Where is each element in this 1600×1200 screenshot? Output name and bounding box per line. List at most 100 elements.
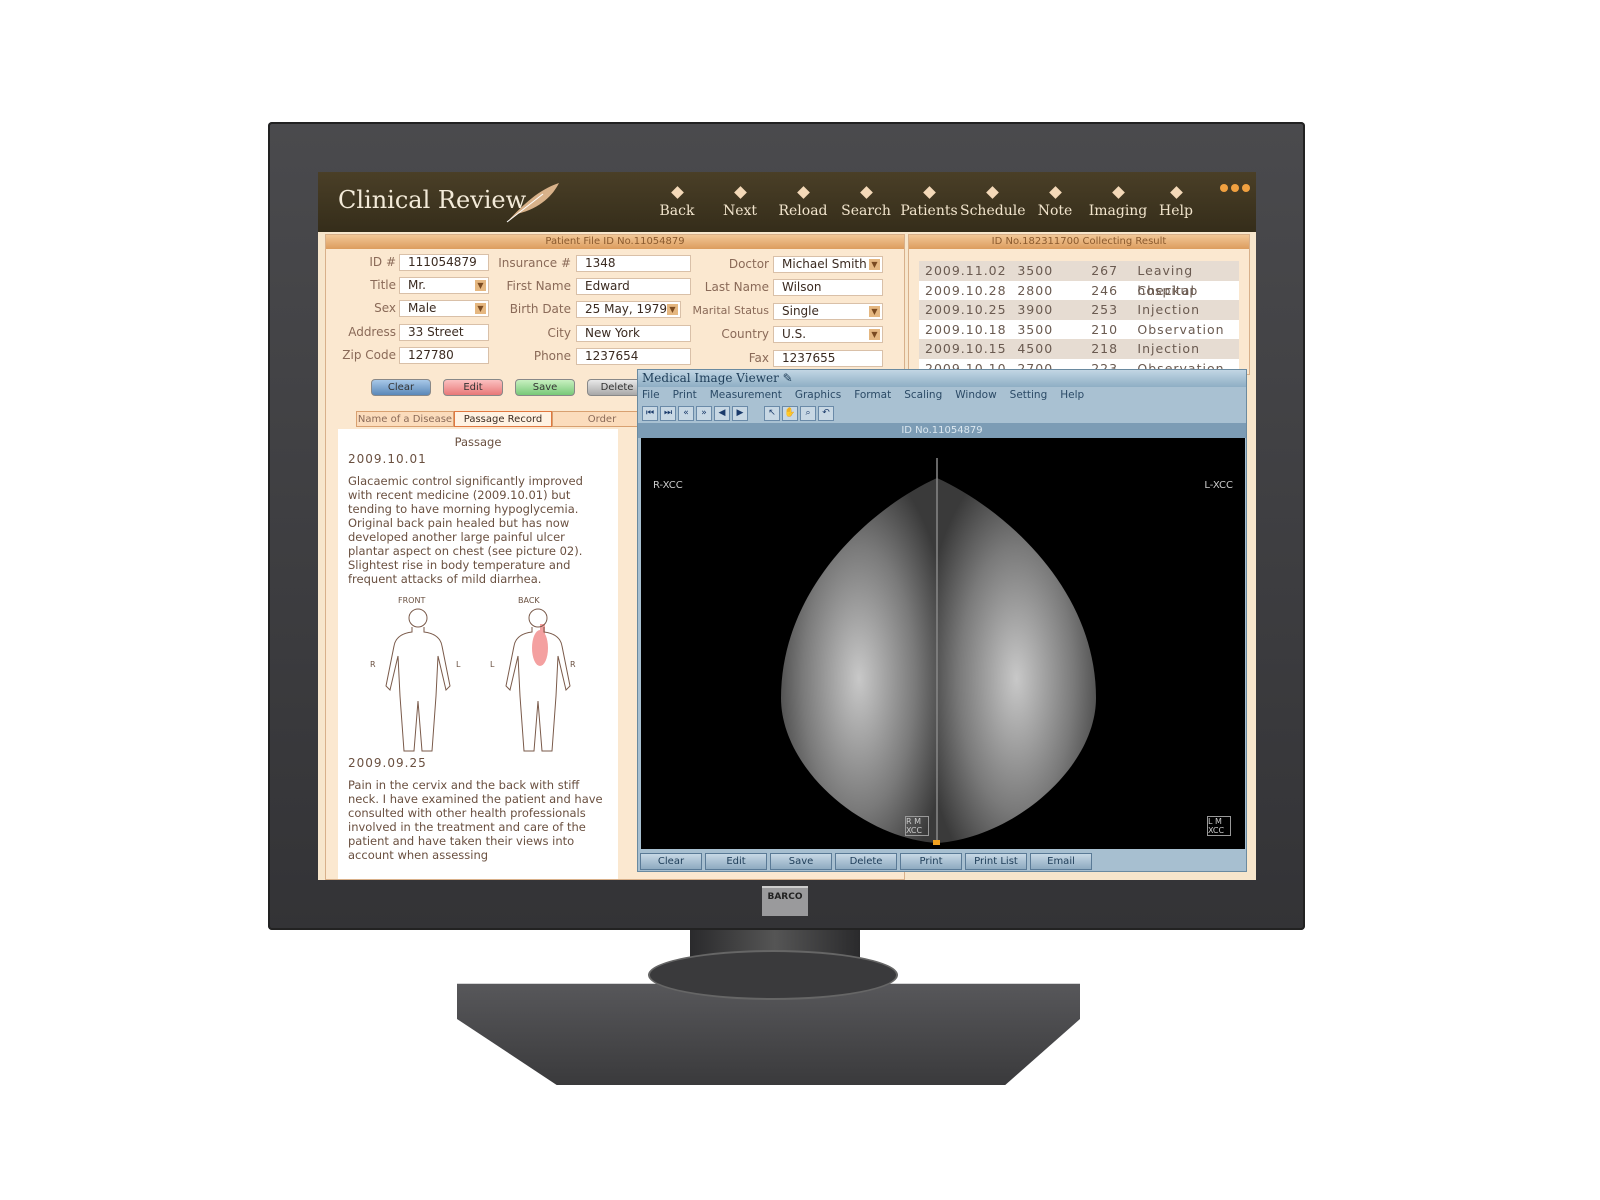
viewer-print-button[interactable]: Print	[900, 853, 962, 870]
menu-format[interactable]: Format	[854, 387, 891, 404]
viewer-id-bar: ID No.11054879	[638, 423, 1246, 438]
prev-icon[interactable]: ◀	[714, 406, 730, 421]
table-cell: Injection	[1137, 302, 1200, 317]
screen: Clinical Review Back Next Reload Search …	[318, 172, 1256, 880]
right-label: R	[370, 660, 376, 669]
table-cell: 253	[1091, 302, 1119, 317]
nav-help[interactable]: Help	[1144, 186, 1208, 219]
menu-graphics[interactable]: Graphics	[795, 387, 841, 404]
country-label: Country	[721, 327, 769, 341]
diamond-icon	[1169, 186, 1183, 199]
table-cell: 218	[1091, 341, 1119, 356]
table-row[interactable]: 2009.10.18 3500 210 Observation	[919, 320, 1239, 340]
menu-setting[interactable]: Setting	[1010, 387, 1048, 404]
nav-note[interactable]: Note	[1023, 186, 1087, 219]
zip-label: Zip Code	[342, 348, 396, 362]
pointer-icon[interactable]: ↖	[764, 406, 780, 421]
app-title: Clinical Review	[338, 186, 527, 214]
brand-text: BARCO	[767, 892, 803, 902]
window-dot-icon[interactable]	[1220, 184, 1228, 192]
marital-label: Marital Status	[692, 304, 769, 317]
phone-field[interactable]: 1237654	[576, 348, 691, 365]
passage-record: Passage 2009.10.01 Glacaemic control sig…	[338, 429, 618, 879]
undo-icon[interactable]: ↶	[818, 406, 834, 421]
title-select[interactable]: Mr. ▼	[399, 277, 489, 294]
table-cell: 2009.11.02	[925, 263, 1007, 278]
nav-schedule[interactable]: Schedule	[960, 186, 1025, 219]
zoom-icon[interactable]: ⌕	[800, 406, 816, 421]
doctor-select[interactable]: Michael Smith ▼	[773, 256, 883, 273]
next-icon[interactable]: ▶	[732, 406, 748, 421]
address-field[interactable]: 33 Street	[399, 324, 489, 341]
last-icon[interactable]: ⏭	[660, 406, 676, 421]
window-dot-icon[interactable]	[1231, 184, 1239, 192]
table-cell: Checkup	[1137, 282, 1199, 298]
viewer-title[interactable]: Medical Image Viewer ✎	[638, 370, 1246, 387]
save-button[interactable]: Save	[515, 379, 575, 396]
nav-patients[interactable]: Patients	[897, 186, 961, 219]
sex-select[interactable]: Male ▼	[399, 300, 489, 317]
mammogram-image[interactable]: R-XCC L-XCC R M XCC L M XCC	[641, 438, 1245, 849]
nav-search[interactable]: Search	[834, 186, 898, 219]
nav-reload[interactable]: Reload	[771, 186, 835, 219]
viewer-delete-button[interactable]: Delete	[835, 853, 897, 870]
diamond-icon	[796, 186, 810, 199]
dropdown-arrow-icon[interactable]: ▼	[869, 306, 880, 317]
panel-title: Patient File ID No.11054879	[326, 235, 904, 249]
menu-measurement[interactable]: Measurement	[710, 387, 782, 404]
dropdown-arrow-icon[interactable]: ▼	[475, 280, 486, 291]
nav-imaging[interactable]: Imaging	[1086, 186, 1150, 219]
first-icon[interactable]: ⏮	[642, 406, 658, 421]
entry-text: Pain in the cervix and the back with sti…	[348, 778, 603, 862]
menu-window[interactable]: Window	[955, 387, 996, 404]
country-select[interactable]: U.S. ▼	[773, 326, 883, 343]
table-row[interactable]: 2009.10.28 2800 246 Checkup	[919, 281, 1239, 301]
viewer-toolbar: ⏮ ⏭ «» ◀ ▶ ↖ ✋ ⌕ ↶	[638, 404, 1246, 423]
phone-label: Phone	[533, 349, 571, 363]
tab-passage-record[interactable]: Passage Record	[454, 411, 552, 427]
tab-name-of-disease[interactable]: Name of a Disease	[356, 411, 454, 427]
table-row[interactable]: 2009.10.15 4500 218 Injection	[919, 339, 1239, 359]
menu-scaling[interactable]: Scaling	[904, 387, 942, 404]
pencil-icon: ✎	[782, 371, 793, 385]
nav-next[interactable]: Next	[708, 186, 772, 219]
insurance-field[interactable]: 1348	[576, 255, 691, 272]
id-field[interactable]: 111054879	[399, 254, 489, 271]
marital-select[interactable]: Single ▼	[773, 303, 883, 320]
entry-date: 2009.09.25	[348, 756, 427, 770]
window-controls[interactable]	[1220, 184, 1250, 192]
dropdown-arrow-icon[interactable]: ▼	[869, 329, 880, 340]
viewer-title-text: Medical Image Viewer	[642, 371, 779, 385]
feather-icon	[506, 183, 559, 223]
menu-file[interactable]: File	[642, 387, 660, 404]
left-label: L	[490, 660, 495, 669]
viewer-email-button[interactable]: Email	[1030, 853, 1092, 870]
hand-icon[interactable]: ✋	[782, 406, 798, 421]
menu-print[interactable]: Print	[673, 387, 697, 404]
first-name-field[interactable]: Edward	[576, 278, 691, 295]
viewer-save-button[interactable]: Save	[770, 853, 832, 870]
clear-button[interactable]: Clear	[371, 379, 431, 396]
viewer-edit-button[interactable]: Edit	[705, 853, 767, 870]
viewer-print-list-button[interactable]: Print List	[965, 853, 1027, 870]
city-field[interactable]: New York	[576, 325, 691, 342]
window-dot-icon[interactable]	[1242, 184, 1250, 192]
dropdown-arrow-icon[interactable]: ▼	[869, 259, 880, 270]
table-row[interactable]: 2009.10.25 3900 253 Injection	[919, 300, 1239, 320]
menu-help[interactable]: Help	[1060, 387, 1084, 404]
zip-field[interactable]: 127780	[399, 347, 489, 364]
table-row[interactable]: 2009.11.02 3500 267 Leaving hospital	[919, 261, 1239, 298]
edit-button[interactable]: Edit	[443, 379, 503, 396]
fast-forward-icon[interactable]: »	[696, 406, 712, 421]
nav-label: Patients	[900, 203, 958, 219]
viewer-clear-button[interactable]: Clear	[640, 853, 702, 870]
rewind-icon[interactable]: «	[678, 406, 694, 421]
entry-text: Glacaemic control significantly improved…	[348, 474, 583, 586]
last-name-field[interactable]: Wilson	[773, 279, 883, 296]
dropdown-arrow-icon[interactable]: ▼	[475, 303, 486, 314]
marker-left: R M XCC	[905, 816, 929, 836]
table-cell: 2009.10.15	[925, 341, 1007, 356]
first-name-label: First Name	[506, 279, 571, 293]
fax-field[interactable]: 1237655	[773, 350, 883, 367]
nav-back[interactable]: Back	[645, 186, 709, 219]
